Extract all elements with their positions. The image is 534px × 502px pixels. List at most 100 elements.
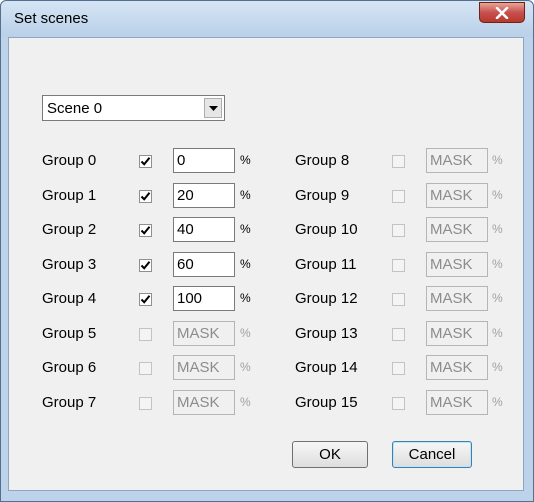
percent-unit: % — [240, 325, 251, 340]
percent-unit: % — [240, 187, 251, 202]
group-level-input[interactable]: MASK — [426, 389, 488, 415]
group-checkbox[interactable] — [139, 224, 152, 237]
group-level-input[interactable]: MASK — [426, 148, 488, 173]
group-label: Group 13 — [295, 324, 358, 342]
group-checkbox[interactable] — [392, 293, 405, 306]
group-label: Group 12 — [295, 290, 358, 307]
checkmark-icon — [140, 226, 151, 235]
percent-unit: % — [492, 394, 503, 409]
group-level-input[interactable]: 20 — [173, 182, 235, 208]
dialog-window: Set scenes Scene 0 Group 0 0% Group 1 20% Gr… — [0, 0, 534, 502]
checkmark-icon — [140, 157, 151, 166]
group-level-value: MASK — [430, 290, 473, 307]
group-level-input[interactable]: MASK — [426, 217, 488, 242]
group-level-input[interactable]: MASK — [173, 355, 235, 380]
group-row: Group 0 0% — [42, 148, 282, 174]
group-level-input[interactable]: MASK — [426, 251, 488, 277]
window-title: Set scenes — [14, 10, 89, 27]
group-checkbox[interactable] — [392, 327, 405, 341]
group-label: Group 6 — [42, 359, 97, 376]
close-button[interactable] — [479, 2, 525, 23]
group-row: Group 15 MASK% — [295, 389, 534, 416]
group-label: Group 7 — [42, 393, 97, 411]
group-checkbox[interactable] — [392, 224, 405, 237]
group-level-value: MASK — [177, 359, 220, 376]
dropdown-button[interactable] — [204, 98, 222, 118]
group-row: Group 8 MASK% — [295, 148, 534, 174]
group-label: Group 1 — [42, 186, 97, 204]
group-level-input[interactable]: MASK — [426, 286, 488, 311]
checkmark-icon — [140, 295, 151, 304]
group-label: Group 5 — [42, 324, 97, 342]
group-row: Group 14 MASK% — [295, 355, 534, 381]
group-level-value: MASK — [177, 324, 220, 342]
group-level-value: 100 — [177, 290, 203, 307]
group-checkbox[interactable] — [139, 362, 152, 375]
cancel-button[interactable]: Cancel — [392, 441, 472, 468]
percent-unit: % — [492, 325, 503, 340]
group-label: Group 0 — [42, 152, 97, 169]
group-row: Group 13 MASK% — [295, 320, 534, 347]
group-row: Group 1 20% — [42, 182, 282, 209]
group-checkbox[interactable] — [392, 155, 405, 168]
group-level-input[interactable]: MASK — [173, 320, 235, 346]
checkmark-icon — [140, 191, 151, 201]
group-level-value: MASK — [177, 393, 220, 411]
scene-dropdown[interactable]: Scene 0 — [42, 95, 225, 121]
group-checkbox[interactable] — [139, 396, 152, 410]
group-label: Group 2 — [42, 221, 97, 238]
group-level-input[interactable]: MASK — [426, 320, 488, 346]
group-level-value: 20 — [177, 186, 194, 204]
percent-unit: % — [492, 222, 503, 236]
group-checkbox[interactable] — [392, 258, 405, 272]
scene-dropdown-value: Scene 0 — [47, 100, 103, 117]
group-label: Group 9 — [295, 186, 350, 204]
group-level-input[interactable]: MASK — [173, 389, 235, 415]
group-checkbox[interactable] — [392, 362, 405, 375]
group-checkbox[interactable] — [392, 189, 405, 203]
group-level-input[interactable]: MASK — [426, 355, 488, 380]
group-level-value: MASK — [430, 221, 473, 238]
percent-unit: % — [492, 291, 503, 305]
close-icon — [495, 7, 509, 19]
group-level-input[interactable]: 60 — [173, 251, 235, 277]
group-checkbox[interactable] — [139, 258, 152, 272]
group-level-input[interactable]: MASK — [426, 182, 488, 208]
percent-unit: % — [492, 360, 503, 374]
group-level-value: MASK — [430, 393, 473, 411]
group-row: Group 6 MASK% — [42, 355, 282, 381]
group-level-value: 60 — [177, 255, 194, 273]
group-label: Group 4 — [42, 290, 97, 307]
title-bar[interactable]: Set scenes — [1, 1, 533, 37]
dialog-body: Scene 0 Group 0 0% Group 1 20% Group 2 40% Gro… — [8, 37, 524, 491]
group-level-value: MASK — [430, 324, 473, 342]
group-level-value: MASK — [430, 152, 473, 169]
group-level-value: 0 — [177, 152, 186, 169]
group-label: Group 10 — [295, 221, 358, 238]
percent-unit: % — [240, 153, 251, 167]
group-row: Group 2 40% — [42, 217, 282, 243]
group-row: Group 7 MASK% — [42, 389, 282, 416]
group-label: Group 3 — [42, 255, 97, 273]
group-label: Group 11 — [295, 255, 357, 273]
group-label: Group 15 — [295, 393, 358, 411]
percent-unit: % — [492, 187, 503, 202]
percent-unit: % — [240, 291, 251, 305]
group-checkbox[interactable] — [139, 327, 152, 341]
percent-unit: % — [240, 360, 251, 374]
group-level-input[interactable]: 40 — [173, 217, 235, 242]
group-level-input[interactable]: 100 — [173, 286, 235, 311]
group-level-value: MASK — [430, 359, 473, 376]
percent-unit: % — [492, 256, 503, 271]
group-level-value: MASK — [430, 255, 473, 273]
group-row: Group 11 MASK% — [295, 251, 534, 278]
group-checkbox[interactable] — [139, 155, 152, 168]
group-checkbox[interactable] — [139, 293, 152, 306]
group-level-input[interactable]: 0 — [173, 148, 235, 173]
percent-unit: % — [240, 256, 251, 271]
percent-unit: % — [240, 394, 251, 409]
ok-button[interactable]: OK — [292, 441, 368, 468]
group-level-value: MASK — [430, 186, 473, 204]
group-checkbox[interactable] — [139, 189, 152, 203]
group-checkbox[interactable] — [392, 396, 405, 410]
